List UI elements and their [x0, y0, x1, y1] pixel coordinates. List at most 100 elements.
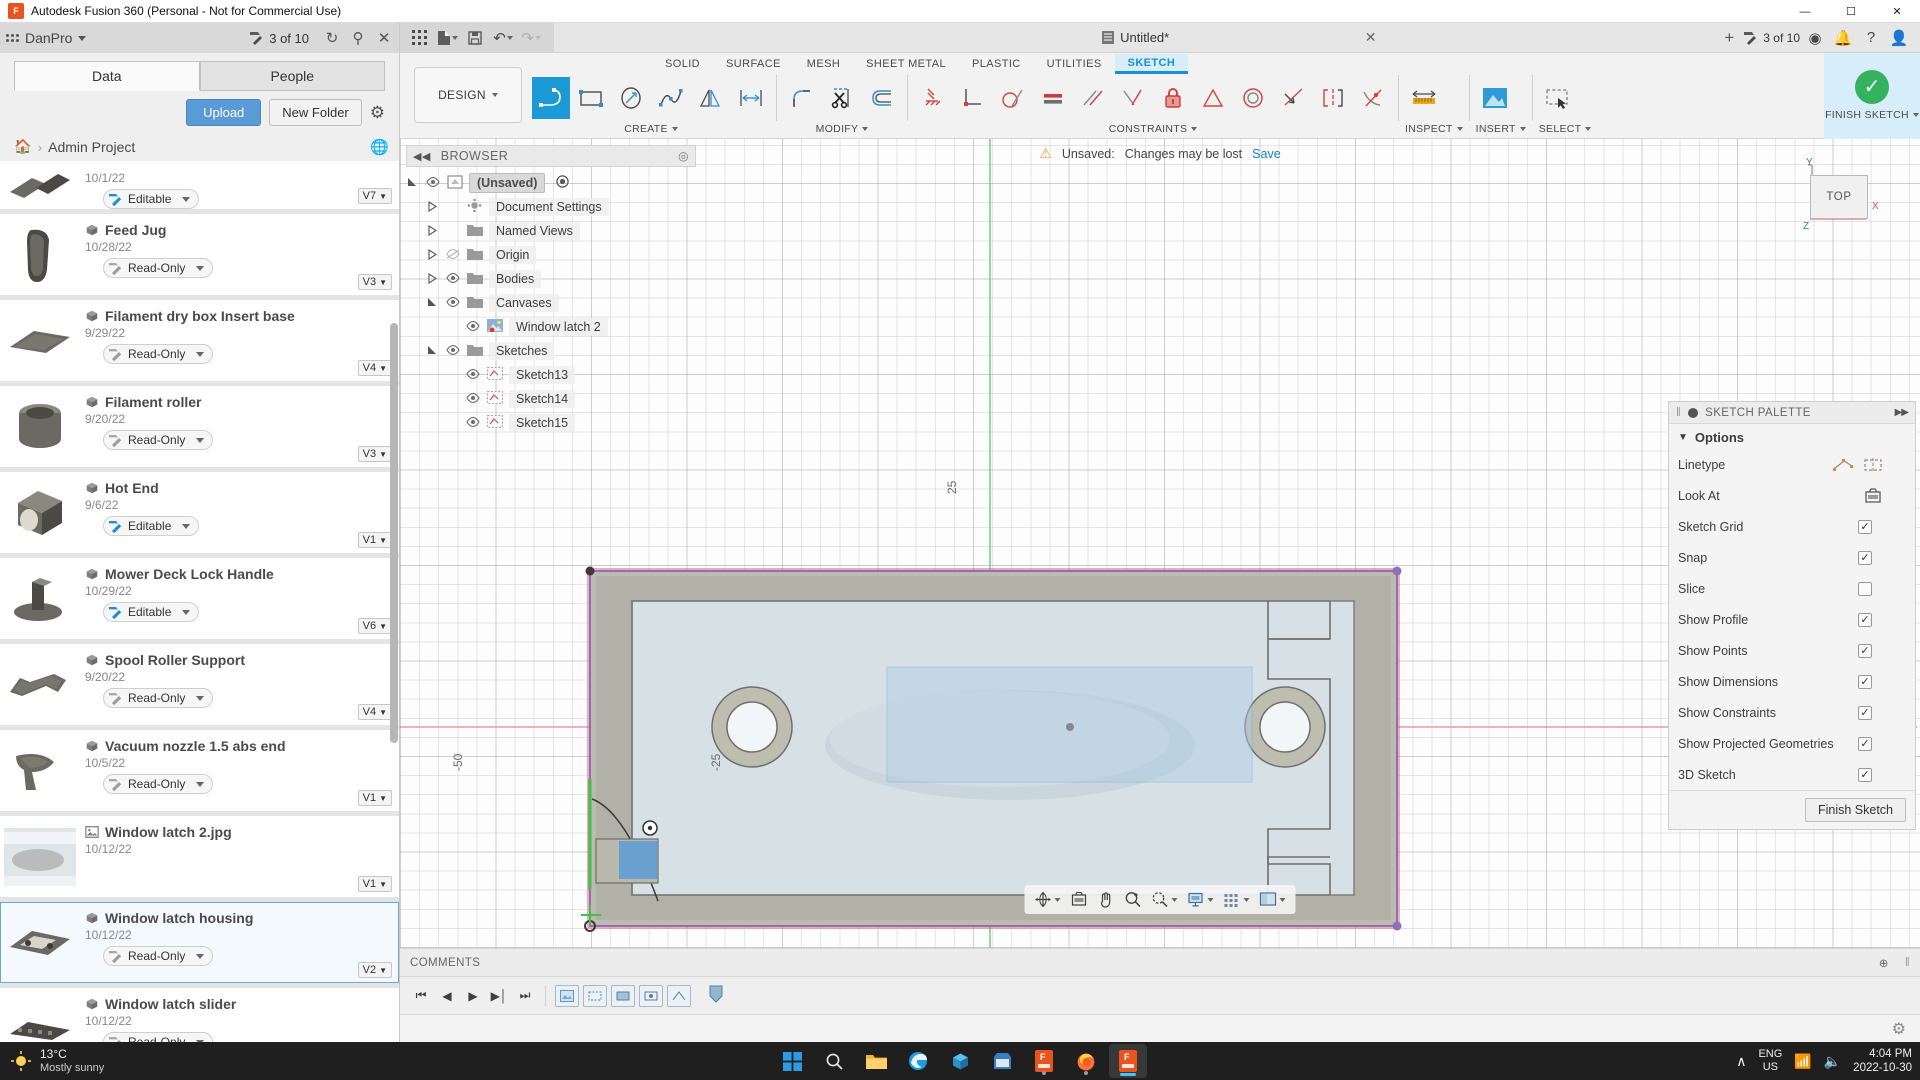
timeline-feature-sketch-4[interactable] — [667, 984, 691, 1007]
search-icon[interactable]: ⚲ — [349, 29, 367, 47]
file-list-item[interactable]: Window latch 2.jpg 10/12/22 V1 ▼ — [0, 816, 399, 897]
offset-u-icon[interactable] — [863, 77, 901, 119]
collapse-arrow-icon[interactable] — [426, 272, 439, 286]
file-version-badge[interactable]: V1 ▼ — [357, 532, 392, 548]
file-permission-badge[interactable]: Read-Only — [103, 258, 214, 278]
checkbox[interactable]: ✓ — [1858, 705, 1872, 720]
checkbox[interactable]: ✓ — [1858, 643, 1872, 658]
go-to-start-icon[interactable]: ⏮ — [410, 985, 432, 1007]
sketch-viewport[interactable]: -50 -25 25 ◀◀ BROWSER ◎ (Unsaved) Documen… — [400, 139, 1920, 948]
file-permission-badge[interactable]: Editable — [103, 516, 200, 536]
save-icon[interactable] — [462, 26, 488, 50]
browser-node-canvases[interactable]: Canvases — [406, 291, 696, 315]
comments-resize-handle[interactable]: ‖ — [1905, 957, 1910, 969]
visibility-toggle-icon[interactable] — [444, 272, 462, 286]
account-icon[interactable]: 👤 — [1886, 26, 1912, 50]
browser-node-window-latch-2[interactable]: Window latch 2 — [406, 315, 696, 339]
ribbon-tab-mesh[interactable]: MESH — [794, 55, 853, 74]
file-list[interactable]: 10/1/22 Editable V7 ▼ Feed Jug 10/28/22 R… — [0, 161, 399, 1042]
weather-widget[interactable]: 13°C Mostly sunny — [10, 1047, 104, 1075]
palette-row-show-constraints[interactable]: Show Constraints ✓ — [1669, 697, 1915, 728]
comments-bar[interactable]: COMMENTS ⊕ ‖ — [400, 948, 1920, 976]
visibility-toggle-icon[interactable] — [464, 392, 482, 406]
ribbon-group-label[interactable]: SELECT — [1539, 121, 1592, 137]
help-icon[interactable]: ? — [1858, 26, 1884, 50]
home-icon[interactable]: 🏠 — [14, 138, 31, 155]
tray-chevron-icon[interactable]: ∧ — [1736, 1053, 1746, 1070]
collapse-icon[interactable] — [1688, 407, 1699, 418]
ribbon-group-label[interactable]: MODIFY — [783, 121, 901, 137]
visibility-toggle-icon[interactable] — [464, 320, 482, 334]
new-folder-button[interactable]: New Folder — [269, 99, 362, 126]
file-version-badge[interactable]: V1 ▼ — [357, 876, 392, 892]
timeline-marker-icon[interactable] — [709, 985, 723, 1006]
redo-icon[interactable]: ↷ — [518, 26, 544, 50]
line-arc-icon[interactable] — [532, 77, 570, 119]
file-list-item[interactable]: Hot End 9/6/22 Editable V1 ▼ — [0, 472, 399, 553]
fusion-360-active[interactable]: F — [1109, 1044, 1147, 1078]
timeline-feature-canvas[interactable] — [555, 984, 579, 1007]
mirror-icon[interactable] — [692, 77, 730, 119]
trim-scissors-icon[interactable] — [823, 77, 861, 119]
jobs-status-right[interactable]: 3 of 10 — [1743, 31, 1800, 45]
midpoint-icon[interactable] — [1194, 77, 1232, 119]
checkbox[interactable] — [1858, 581, 1872, 596]
zoom-icon[interactable] — [1121, 888, 1146, 911]
parallel-icon[interactable] — [1074, 77, 1112, 119]
palette-finish-sketch-button[interactable]: Finish Sketch — [1804, 798, 1906, 822]
file-list-item[interactable]: Filament roller 9/20/22 Read-Only V3 ▼ — [0, 386, 399, 467]
select-window-icon[interactable] — [1539, 77, 1577, 119]
equal-icon[interactable] — [1034, 77, 1072, 119]
file-version-badge[interactable]: V3 ▼ — [357, 446, 392, 462]
palette-row-3d-sketch[interactable]: 3D Sketch ✓ — [1669, 759, 1915, 790]
file-version-badge[interactable]: V1 ▼ — [357, 790, 392, 806]
step-back-icon[interactable]: ◀ — [436, 985, 458, 1007]
browser-node-sketch14[interactable]: Sketch14 — [406, 387, 696, 411]
file-list-item[interactable]: 10/1/22 Editable V7 ▼ — [0, 161, 399, 209]
show-data-panel-icon[interactable] — [406, 26, 432, 50]
activate-component-icon[interactable] — [556, 175, 570, 191]
ribbon-tab-utilities[interactable]: UTILITIES — [1034, 55, 1115, 74]
globe-icon[interactable]: 🌐 — [370, 138, 389, 156]
close-button[interactable]: ✕ — [1874, 0, 1920, 23]
tangent-icon[interactable] — [994, 77, 1032, 119]
file-version-badge[interactable]: V4 ▼ — [357, 360, 392, 376]
display-settings-icon[interactable] — [1184, 888, 1218, 911]
circle-icon[interactable] — [612, 77, 650, 119]
file-list-item[interactable]: Window latch slider 10/12/22 Read-Only V… — [0, 988, 399, 1042]
browser-node-sketches[interactable]: Sketches — [406, 339, 696, 363]
ribbon-group-label[interactable]: INSPECT — [1405, 121, 1463, 137]
browser-node-named-views[interactable]: Named Views — [406, 219, 696, 243]
visibility-toggle-icon[interactable] — [444, 248, 462, 262]
file-list-item[interactable]: Feed Jug 10/28/22 Read-Only V3 ▼ — [0, 214, 399, 295]
ribbon-group-label[interactable]: CREATE — [532, 121, 770, 137]
microsoft-store[interactable] — [983, 1044, 1021, 1078]
file-explorer[interactable] — [857, 1044, 895, 1078]
microsoft-edge[interactable] — [899, 1044, 937, 1078]
file-permission-badge[interactable]: Read-Only — [103, 946, 214, 966]
breadcrumb-project[interactable]: Admin Project — [48, 139, 135, 155]
grid-snap-icon[interactable] — [1220, 888, 1254, 911]
zoom-window-icon[interactable] — [1148, 888, 1182, 911]
palette-row-show-projected-geometries[interactable]: Show Projected Geometries ✓ — [1669, 728, 1915, 759]
palette-row-show-dimensions[interactable]: Show Dimensions ✓ — [1669, 666, 1915, 697]
look-at-icon[interactable] — [1067, 888, 1092, 911]
language-indicator[interactable]: ENG US — [1758, 1048, 1782, 1074]
orbit-icon[interactable] — [1031, 888, 1065, 911]
file-permission-badge[interactable]: Read-Only — [103, 1032, 214, 1042]
palette-row-show-points[interactable]: Show Points ✓ — [1669, 635, 1915, 666]
browser-node-sketch13[interactable]: Sketch13 — [406, 363, 696, 387]
plus-circle-icon[interactable]: ⊕ — [1879, 956, 1889, 970]
checkbox[interactable]: ✓ — [1858, 550, 1872, 565]
start-button[interactable] — [773, 1044, 811, 1078]
viewports-icon[interactable] — [1256, 888, 1290, 911]
horizontal-vertical-icon[interactable] — [954, 77, 992, 119]
file-version-badge[interactable]: V7 ▼ — [357, 188, 392, 204]
browser-node-sketch15[interactable]: Sketch15 — [406, 411, 696, 435]
file-version-badge[interactable]: V3 ▼ — [357, 274, 392, 290]
palette-row-show-profile[interactable]: Show Profile ✓ — [1669, 604, 1915, 635]
step-forward-icon[interactable]: ▶│ — [488, 985, 510, 1007]
checkbox[interactable]: ✓ — [1858, 519, 1872, 534]
maximize-button[interactable]: ☐ — [1828, 0, 1874, 23]
tab-close-icon[interactable]: ✕ — [1365, 29, 1377, 46]
